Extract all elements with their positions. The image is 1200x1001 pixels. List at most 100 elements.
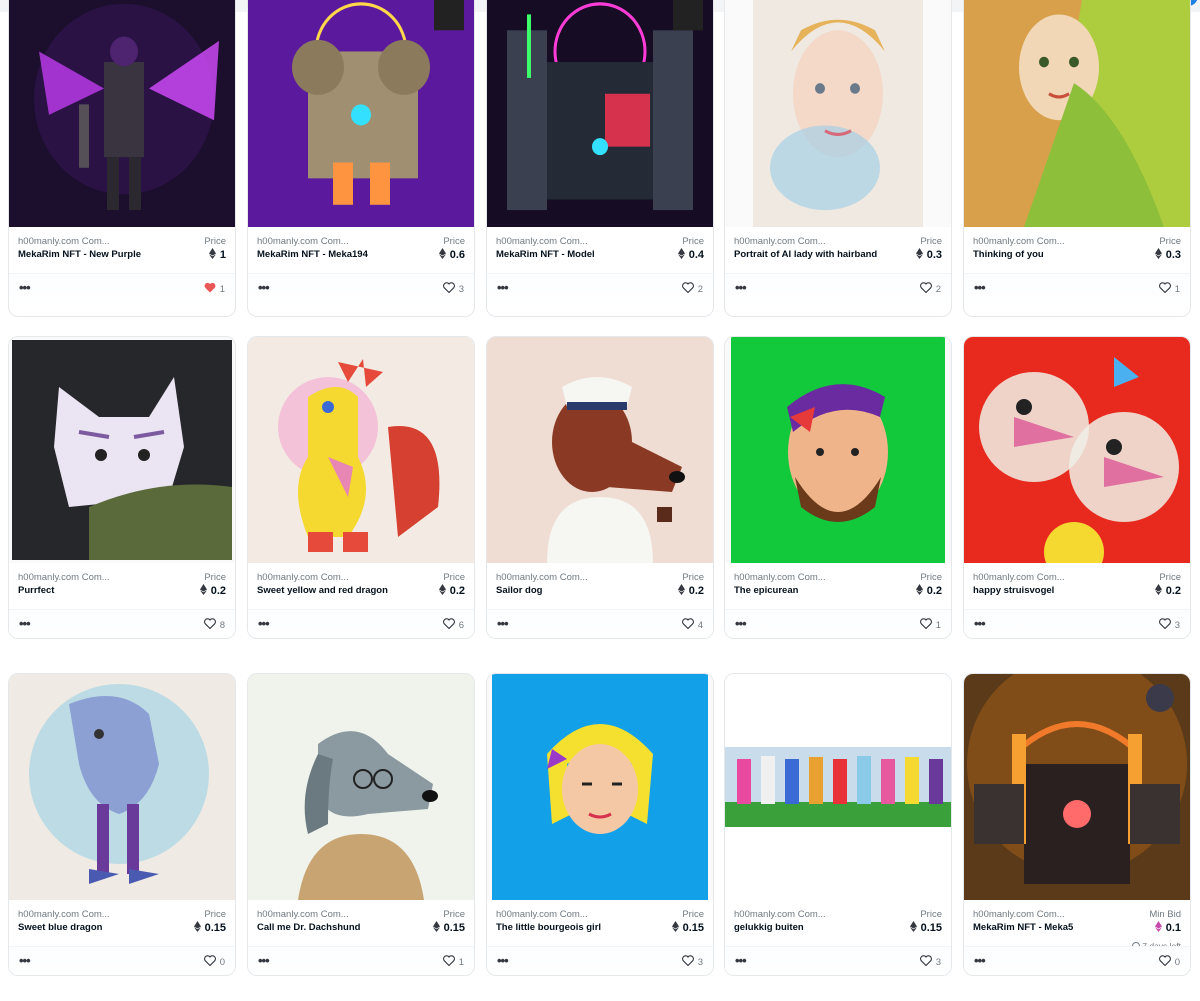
more-options-icon[interactable]: ••• — [735, 281, 747, 294]
more-options-icon[interactable]: ••• — [19, 617, 31, 630]
nft-card[interactable]: h00manly.com Com... Call me Dr. Dachshund… — [247, 673, 475, 976]
price-value: 0.15 — [432, 921, 465, 935]
favorite-button[interactable]: 0 — [1158, 955, 1180, 969]
favorite-button[interactable]: 8 — [203, 618, 225, 632]
nft-name[interactable]: Purrfect — [18, 584, 168, 597]
collection-name[interactable]: h00manly.com Com... — [257, 572, 375, 583]
more-options-icon[interactable]: ••• — [497, 617, 509, 630]
more-options-icon[interactable]: ••• — [974, 281, 986, 294]
nft-name[interactable]: Sailor dog — [496, 584, 646, 597]
nft-card[interactable]: h00manly.com Com... Purrfect Price 0.2 ••• 8 — [8, 336, 236, 639]
favorite-button[interactable]: 3 — [681, 955, 703, 969]
collection-name[interactable]: h00manly.com Com... — [973, 909, 1091, 920]
collection-name[interactable]: h00manly.com Com... — [18, 909, 136, 920]
more-options-icon[interactable]: ••• — [735, 617, 747, 630]
nft-image[interactable] — [9, 674, 235, 900]
eth-icon — [199, 584, 207, 598]
nft-card[interactable]: h00manly.com Com... MekaRim NFT - New Pur… — [8, 0, 236, 317]
price-label: Min Bid — [1149, 909, 1181, 920]
nft-image[interactable] — [964, 0, 1190, 227]
nft-image[interactable] — [725, 337, 951, 563]
nft-card[interactable]: h00manly.com Com... Sweet yellow and red … — [247, 336, 475, 639]
more-options-icon[interactable]: ••• — [258, 954, 270, 967]
nft-name[interactable]: Sweet yellow and red dragon — [257, 584, 407, 597]
nft-name[interactable]: Portrait of AI lady with hairband — [734, 248, 884, 261]
favorite-button[interactable]: 1 — [919, 618, 941, 632]
heart-icon — [919, 955, 932, 969]
collection-name[interactable]: h00manly.com Com... — [973, 236, 1091, 247]
favorite-button[interactable]: 3 — [442, 282, 464, 296]
favorite-button[interactable]: 4 — [681, 618, 703, 632]
nft-image[interactable] — [9, 337, 235, 563]
nft-card[interactable]: h00manly.com Com... Sailor dog Price 0.2 •••… — [486, 336, 714, 639]
eth-icon — [915, 584, 923, 598]
collection-name[interactable]: h00manly.com Com... — [496, 909, 614, 920]
nft-card[interactable]: h00manly.com Com... MekaRim NFT - Meka194… — [247, 0, 475, 317]
collection-name[interactable]: h00manly.com Com... — [973, 572, 1091, 583]
collection-name[interactable]: h00manly.com Com... — [18, 236, 136, 247]
more-options-icon[interactable]: ••• — [497, 281, 509, 294]
favorite-button[interactable]: 6 — [442, 618, 464, 632]
nft-name[interactable]: The little bourgeois girl — [496, 921, 646, 934]
nft-name[interactable]: MekaRim NFT - Model — [496, 248, 646, 261]
nft-name[interactable]: MekaRim NFT - Meka194 — [257, 248, 407, 261]
collection-name[interactable]: h00manly.com Com... — [734, 572, 852, 583]
favorite-button[interactable]: 1 — [1158, 282, 1180, 296]
more-options-icon[interactable]: ••• — [974, 617, 986, 630]
favorite-button[interactable]: 0 — [203, 955, 225, 969]
nft-card[interactable]: h00manly.com Com... MekaRim NFT - Meka5 Mi… — [963, 673, 1191, 976]
favorite-button[interactable]: 1 — [204, 282, 225, 296]
nft-image[interactable] — [487, 0, 713, 227]
nft-card[interactable]: h00manly.com Com... Portrait of AI lady w… — [724, 0, 952, 317]
collection-name[interactable]: h00manly.com Com... — [496, 236, 614, 247]
collection-name[interactable]: h00manly.com Com... — [257, 909, 375, 920]
favorite-button[interactable]: 1 — [442, 955, 464, 969]
nft-name[interactable]: gelukkig buiten — [734, 921, 884, 934]
more-options-icon[interactable]: ••• — [19, 954, 31, 967]
nft-image[interactable] — [248, 674, 474, 900]
favorite-button[interactable]: 3 — [919, 955, 941, 969]
more-options-icon[interactable]: ••• — [497, 954, 509, 967]
price-value: 0.2 — [438, 584, 465, 598]
nft-name[interactable]: The epicurean — [734, 584, 884, 597]
nft-card[interactable]: h00manly.com Com... Thinking of you Price 0… — [963, 0, 1191, 317]
nft-image[interactable] — [248, 337, 474, 563]
more-options-icon[interactable]: ••• — [258, 617, 270, 630]
collection-name[interactable]: h00manly.com Com... — [18, 572, 136, 583]
nft-name[interactable]: happy struisvogel — [973, 584, 1123, 597]
favorite-button[interactable]: 2 — [681, 282, 703, 296]
nft-image[interactable] — [725, 0, 951, 227]
nft-card[interactable]: h00manly.com Com... The little bourgeois … — [486, 673, 714, 976]
nft-image[interactable] — [487, 337, 713, 563]
collection-name[interactable]: h00manly.com Com... — [734, 909, 852, 920]
collection-name[interactable]: h00manly.com Com... — [496, 572, 614, 583]
more-options-icon[interactable]: ••• — [258, 281, 270, 294]
nft-name[interactable]: Call me Dr. Dachshund — [257, 921, 407, 934]
nft-name[interactable]: MekaRim NFT - New Purple — [18, 248, 168, 261]
like-count: 4 — [697, 619, 703, 631]
nft-image[interactable] — [9, 0, 235, 227]
like-count: 1 — [458, 956, 464, 968]
nft-image[interactable] — [248, 0, 474, 227]
nft-image[interactable] — [725, 674, 951, 900]
nft-image[interactable] — [964, 674, 1190, 900]
nft-card[interactable]: h00manly.com Com... Sweet blue dragon Pric… — [8, 673, 236, 976]
favorite-button[interactable]: 2 — [919, 282, 941, 296]
nft-name[interactable]: MekaRim NFT - Meka5 — [973, 921, 1123, 934]
collection-name[interactable]: h00manly.com Com... — [734, 236, 852, 247]
nft-card[interactable]: h00manly.com Com... gelukkig buiten Price 0… — [724, 673, 952, 976]
nft-name[interactable]: Sweet blue dragon — [18, 921, 168, 934]
like-count: 6 — [458, 619, 464, 631]
more-options-icon[interactable]: ••• — [735, 954, 747, 967]
like-count: 2 — [935, 283, 941, 295]
nft-card[interactable]: h00manly.com Com... happy struisvogel Pric… — [963, 336, 1191, 639]
favorite-button[interactable]: 3 — [1158, 618, 1180, 632]
collection-name[interactable]: h00manly.com Com... — [257, 236, 375, 247]
more-options-icon[interactable]: ••• — [19, 281, 31, 294]
nft-image[interactable] — [487, 674, 713, 900]
nft-name[interactable]: Thinking of you — [973, 248, 1123, 261]
nft-image[interactable] — [964, 337, 1190, 563]
more-options-icon[interactable]: ••• — [974, 954, 986, 967]
nft-card[interactable]: h00manly.com Com... MekaRim NFT - Model Pr… — [486, 0, 714, 317]
nft-card[interactable]: h00manly.com Com... The epicurean Price 0.2… — [724, 336, 952, 639]
